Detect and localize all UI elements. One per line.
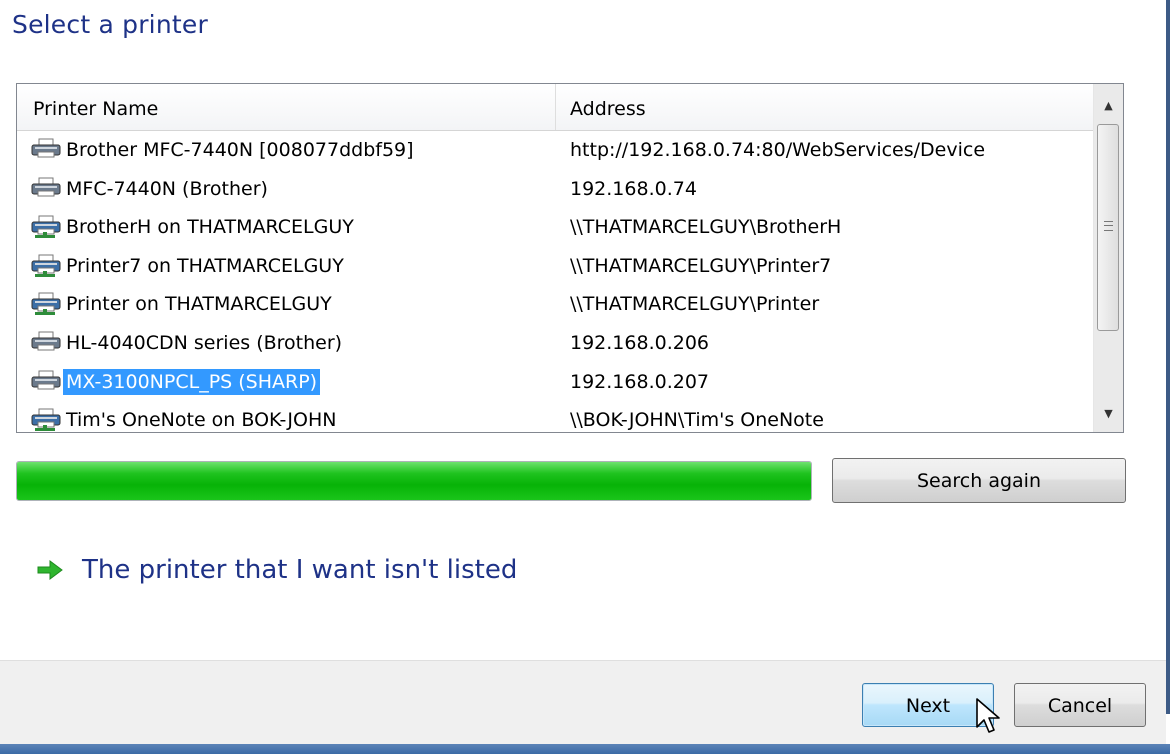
printer-name-cell[interactable]: BrotherH on THATMARCELGUY xyxy=(29,208,357,246)
printer-name: MFC-7440N (Brother) xyxy=(66,177,268,200)
network-printer-icon xyxy=(29,254,63,278)
progress-fill xyxy=(17,462,811,500)
printer-name: Brother MFC-7440N [008077ddbf59] xyxy=(66,139,414,161)
window-border xyxy=(1166,0,1170,714)
mouse-pointer-icon xyxy=(976,698,1000,733)
printer-address-cell: http://192.168.0.74:80/WebServices/Devic… xyxy=(570,139,986,161)
printer-row[interactable]: Printer on THATMARCELGUY \\THATMARCELGUY\… xyxy=(17,285,1093,324)
column-header-address[interactable]: Address xyxy=(556,84,1093,130)
network-printer-icon xyxy=(29,408,63,432)
local-printer-icon xyxy=(29,177,63,201)
printer-address-cell: 192.168.0.207 xyxy=(570,370,710,393)
printer-row[interactable]: Brother MFC-7440N [008077ddbf59] http://1… xyxy=(17,131,1093,170)
printer-name-cell[interactable]: HL-4040CDN series (Brother) xyxy=(29,324,345,362)
taskbar-strip xyxy=(0,744,1170,754)
green-arrow-icon xyxy=(37,560,63,580)
printer-name-cell[interactable]: Brother MFC-7440N [008077ddbf59] xyxy=(29,131,417,169)
printer-name: HL-4040CDN series (Brother) xyxy=(66,331,343,354)
printer-not-listed-text[interactable]: The printer that I want isn't listed xyxy=(82,555,517,585)
page-title: Select a printer xyxy=(12,10,208,39)
printer-address-cell: 192.168.0.206 xyxy=(570,331,710,354)
printer-address-cell: \\THATMARCELGUY\Printer xyxy=(570,293,820,316)
scroll-down-arrow-icon[interactable]: ▼ xyxy=(1094,400,1123,428)
network-printer-icon xyxy=(29,215,63,239)
local-printer-icon xyxy=(29,370,63,394)
printer-name-cell[interactable]: MX-3100NPCL_PS (SHARP) xyxy=(29,363,321,401)
printer-name-cell[interactable]: Tim's OneNote on BOK-JOHN xyxy=(29,401,339,432)
printer-row[interactable]: Tim's OneNote on BOK-JOHN \\BOK-JOHN\Tim'… xyxy=(17,401,1093,432)
column-header-printer-name[interactable]: Printer Name xyxy=(17,84,556,130)
printer-name: Printer7 on THATMARCELGUY xyxy=(66,254,344,277)
printer-name: Tim's OneNote on BOK-JOHN xyxy=(66,409,337,432)
printer-name-cell[interactable]: Printer on THATMARCELGUY xyxy=(29,285,335,323)
printer-row[interactable]: BrotherH on THATMARCELGUY \\THATMARCELGUY… xyxy=(17,208,1093,247)
cancel-button[interactable]: Cancel xyxy=(1014,683,1146,727)
local-printer-icon xyxy=(29,331,63,355)
search-progress-bar xyxy=(16,461,812,501)
printer-address-cell: \\THATMARCELGUY\Printer7 xyxy=(570,254,832,277)
printer-name: Printer on THATMARCELGUY xyxy=(66,293,332,316)
printer-row[interactable]: MX-3100NPCL_PS (SHARP) 192.168.0.207 xyxy=(17,363,1093,402)
printer-row[interactable]: MFC-7440N (Brother) 192.168.0.74 xyxy=(17,170,1093,209)
printer-address-cell: \\BOK-JOHN\Tim's OneNote xyxy=(570,409,824,432)
list-rows: Brother MFC-7440N [008077ddbf59] http://1… xyxy=(17,131,1093,432)
printer-name: MX-3100NPCL_PS (SHARP) xyxy=(63,368,321,395)
network-printer-icon xyxy=(29,292,63,316)
printer-name: BrotherH on THATMARCELGUY xyxy=(66,216,354,239)
grip-icon xyxy=(1104,221,1113,231)
list-header: Printer Name Address xyxy=(17,84,1093,131)
printer-address-cell: \\THATMARCELGUY\BrotherH xyxy=(570,216,842,239)
printer-list[interactable]: Printer Name Address Brother MFC-7440N [… xyxy=(16,83,1124,433)
printer-row[interactable]: HL-4040CDN series (Brother) 192.168.0.206 xyxy=(17,324,1093,363)
scroll-thumb[interactable] xyxy=(1097,124,1119,331)
printer-not-listed-link[interactable]: The printer that I want isn't listed xyxy=(36,548,517,592)
printer-row[interactable]: Printer7 on THATMARCELGUY \\THATMARCELGUY… xyxy=(17,247,1093,286)
printer-name-cell[interactable]: MFC-7440N (Brother) xyxy=(29,170,271,208)
scroll-up-arrow-icon[interactable]: ▲ xyxy=(1094,92,1123,120)
local-printer-icon xyxy=(29,138,63,162)
printer-address-cell: 192.168.0.74 xyxy=(570,177,697,200)
search-again-button[interactable]: Search again xyxy=(832,458,1126,503)
vertical-scrollbar[interactable]: ▲ ▼ xyxy=(1093,84,1123,432)
printer-name-cell[interactable]: Printer7 on THATMARCELGUY xyxy=(29,247,347,285)
